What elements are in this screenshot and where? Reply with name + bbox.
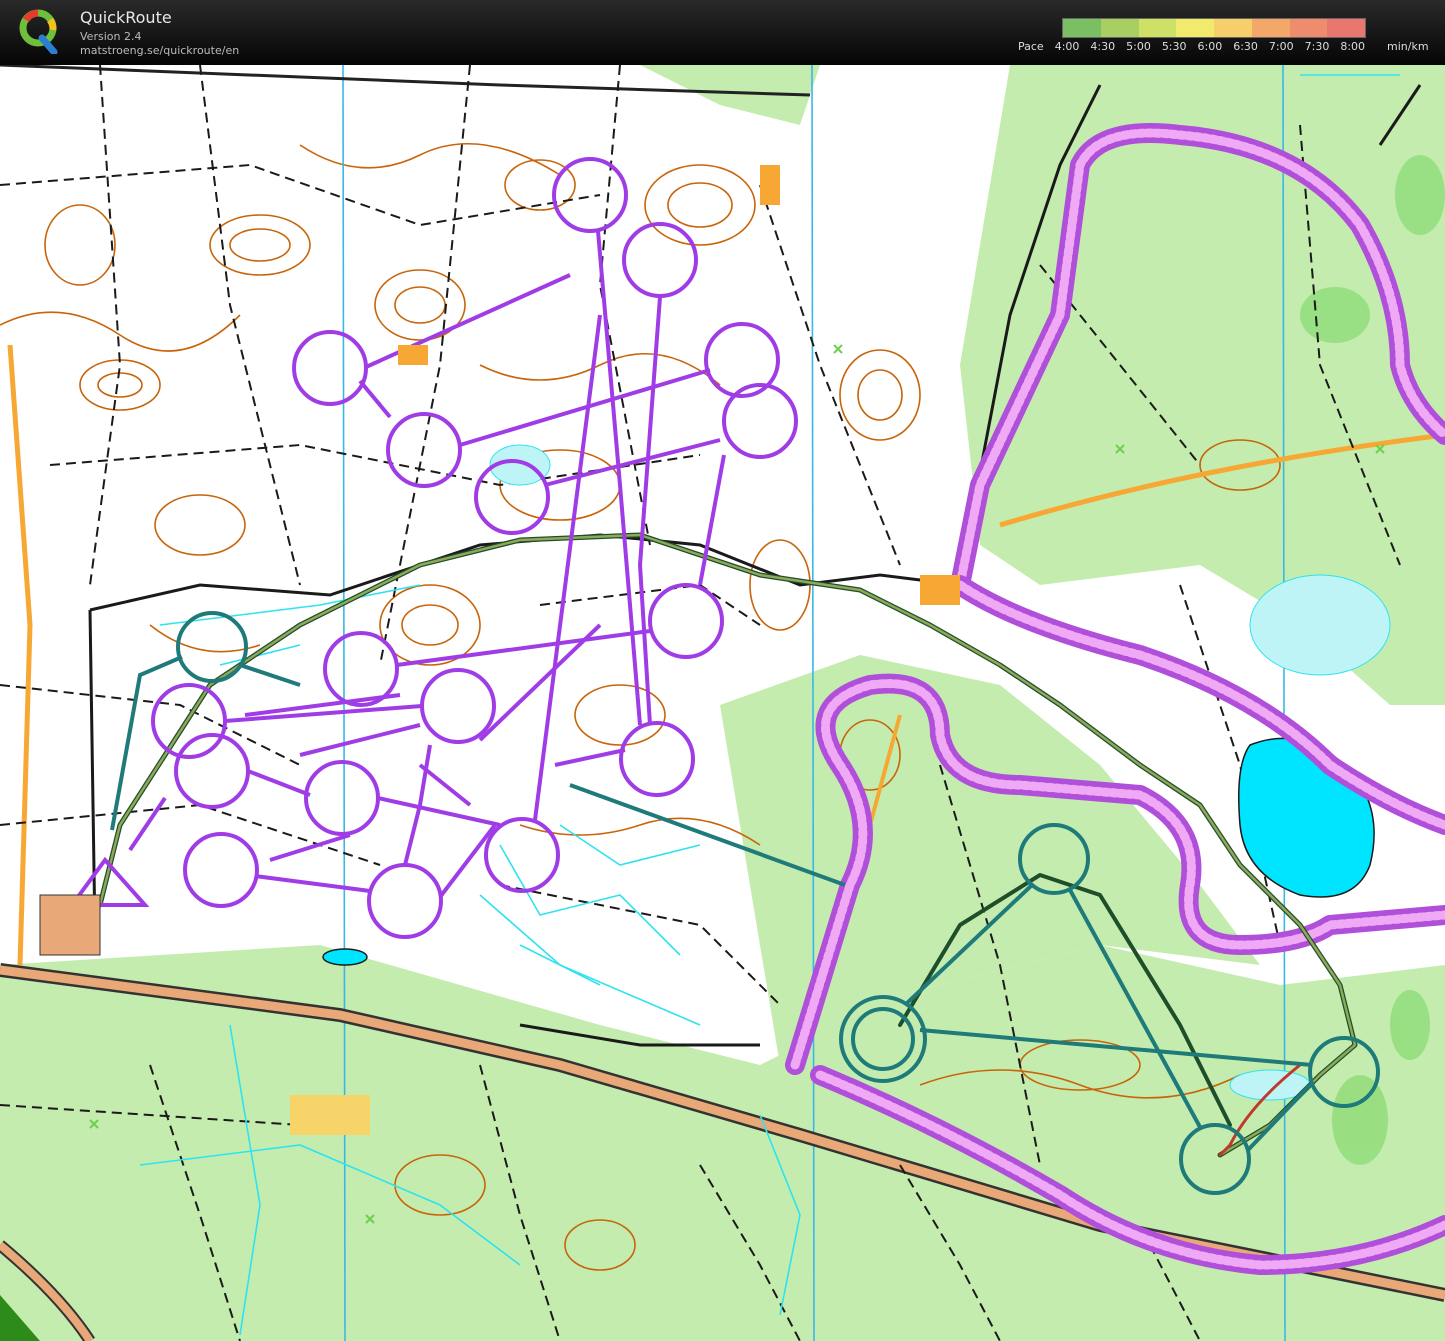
- pace-tick-label: 7:00: [1268, 40, 1294, 53]
- pace-swatch: [1138, 19, 1177, 37]
- control-circle-icon: [619, 721, 695, 797]
- orienteering-map[interactable]: [0, 65, 1445, 1341]
- control-circle-icon: [722, 383, 798, 459]
- pace-tick-label: 4:30: [1090, 40, 1116, 53]
- pace-swatch: [1289, 19, 1328, 37]
- pace-scale-labels: Pace 4:00 4:30 5:00 5:30 6:00 6:30 7:00 7:30 8:00…: [1018, 40, 1440, 53]
- app-version: Version 2.4: [80, 30, 142, 43]
- app-header: QuickRoute Version 2.4 matstroeng.se/qui…: [0, 0, 1445, 65]
- control-circle-icon: [484, 817, 560, 893]
- control-circle-icon: [420, 668, 496, 744]
- pace-swatch: [1176, 19, 1214, 37]
- pace-color-scale: [1062, 18, 1366, 38]
- pace-swatch: [1063, 19, 1101, 37]
- app-title: QuickRoute: [80, 8, 172, 27]
- control-circle-icon: [323, 631, 399, 707]
- pace-swatch: [1251, 19, 1290, 37]
- control-circle-icon: [552, 157, 628, 233]
- control-circle-icon: [622, 222, 698, 298]
- control-circle-icon: [304, 760, 380, 836]
- control-circle-icon: [648, 583, 724, 659]
- control-circle-icon: [367, 863, 443, 939]
- quickroute-logo-icon: [19, 9, 58, 54]
- control-circle-icon: [292, 330, 368, 406]
- control-circle-icon: [183, 832, 259, 908]
- map-canvas[interactable]: [0, 65, 1445, 1341]
- pace-tick-label: 7:30: [1304, 40, 1330, 53]
- pace-tick-label: 8:00: [1340, 40, 1366, 53]
- pace-swatch: [1327, 19, 1365, 37]
- pace-tick-label: 5:00: [1126, 40, 1151, 53]
- pace-tick-label: 4:00: [1054, 40, 1080, 53]
- pace-unit: min/km: [1387, 40, 1429, 53]
- course-purple: [68, 157, 798, 939]
- pace-label: Pace: [1018, 40, 1044, 53]
- pace-tick-label: 6:00: [1197, 40, 1223, 53]
- pace-swatch: [1100, 19, 1139, 37]
- pace-swatch: [1214, 19, 1252, 37]
- control-circle-icon: [174, 733, 250, 809]
- pace-tick-label: 6:30: [1233, 40, 1258, 53]
- pace-tick-label: 5:30: [1161, 40, 1187, 53]
- app-version-info: Version 2.4 matstroeng.se/quickroute/en: [80, 30, 239, 58]
- app-url[interactable]: matstroeng.se/quickroute/en: [80, 44, 239, 58]
